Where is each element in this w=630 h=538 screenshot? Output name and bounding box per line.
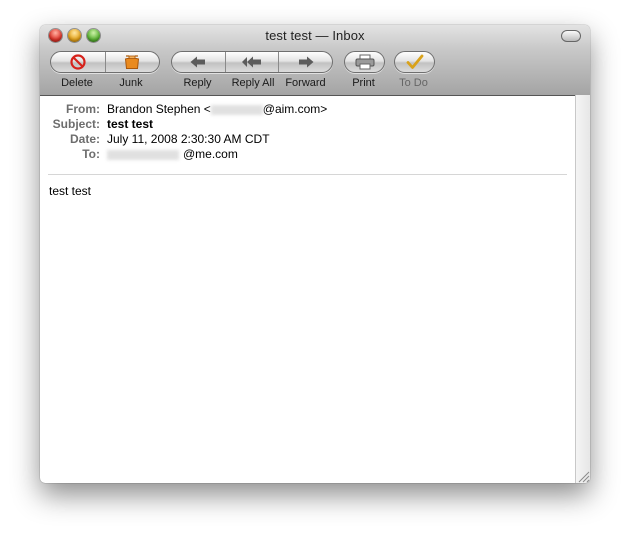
forward-label: Forward (285, 77, 326, 89)
junk-button[interactable] (106, 52, 160, 72)
reply-icon (190, 56, 206, 68)
reply-button[interactable] (172, 52, 226, 72)
delete-button[interactable] (51, 52, 106, 72)
message-body: test test (49, 184, 92, 198)
from-row: From: Brandon Stephen < @aim.com> (40, 102, 590, 117)
junk-label: Junk (119, 77, 143, 89)
delete-label: Delete (61, 77, 93, 89)
reply-all-button[interactable] (226, 52, 280, 72)
subject-value: test test (107, 117, 154, 131)
subject-row: Subject: test test (40, 117, 590, 132)
resize-grip-icon[interactable] (575, 468, 590, 483)
print-button[interactable] (345, 52, 384, 72)
subject-label: Subject: (52, 117, 100, 131)
mail-window: test test — Inbox Delete Junk Reply Repl… (40, 25, 590, 483)
to-label: To: (82, 147, 100, 161)
date-row: Date: July 11, 2008 2:30:30 AM CDT (40, 132, 590, 147)
reply-label: Reply (183, 77, 212, 89)
to-value[interactable]: @me.com (107, 147, 238, 162)
forward-button[interactable] (279, 52, 332, 72)
window-toolbar: test test — Inbox Delete Junk Reply Repl… (40, 25, 590, 96)
todo-group (394, 51, 435, 73)
from-value[interactable]: Brandon Stephen < @aim.com> (107, 102, 327, 117)
toolbar-toggle-icon[interactable] (561, 30, 581, 42)
todo-label: To Do (399, 77, 428, 89)
redacted-address (107, 149, 179, 160)
todo-check-icon (406, 54, 423, 69)
vertical-scrollbar[interactable] (575, 95, 590, 483)
from-label: From: (66, 102, 100, 116)
reply-all-icon (242, 56, 261, 68)
reply-all-label: Reply All (231, 77, 275, 89)
redacted-address (210, 104, 263, 115)
date-label: Date: (69, 132, 100, 146)
from-name: Brandon Stephen < (107, 102, 211, 116)
header-divider (48, 174, 567, 175)
print-icon (355, 54, 374, 70)
delete-junk-group (50, 51, 160, 73)
delete-icon (70, 54, 86, 70)
todo-button[interactable] (395, 52, 434, 72)
to-domain: @me.com (183, 147, 238, 161)
reply-forward-group (171, 51, 333, 73)
junk-icon (125, 55, 140, 69)
date-value: July 11, 2008 2:30:30 AM CDT (107, 132, 270, 146)
print-group (344, 51, 385, 73)
to-row: To: @me.com (40, 147, 590, 162)
from-domain: @aim.com> (262, 102, 328, 116)
print-label: Print (352, 77, 375, 89)
window-title: test test — Inbox (265, 28, 365, 43)
forward-icon (298, 56, 314, 68)
